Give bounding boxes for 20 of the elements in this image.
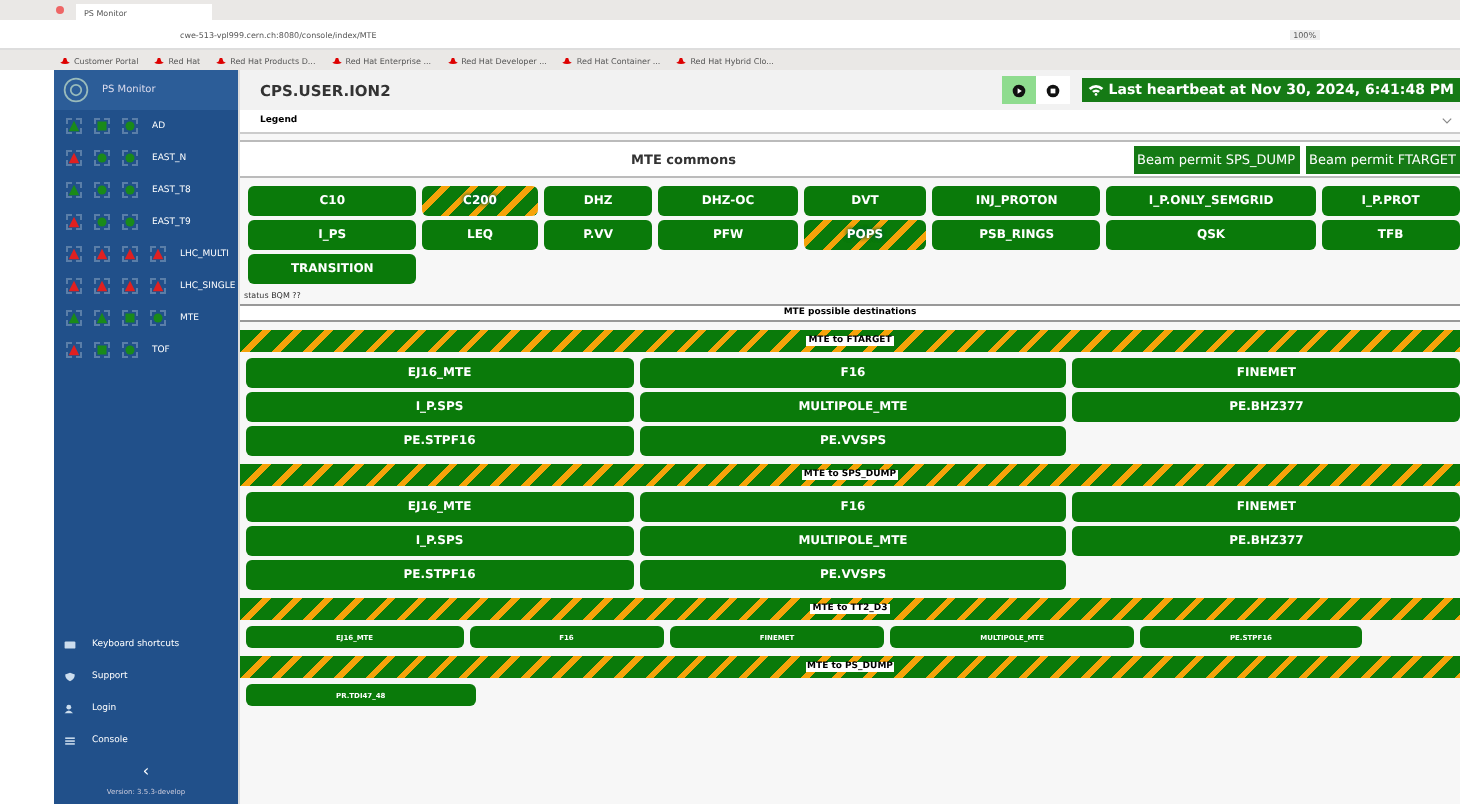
hat-icon <box>216 57 227 63</box>
hat-icon <box>447 57 458 63</box>
hat-icon <box>60 57 70 63</box>
logo-icon <box>62 76 90 104</box>
hat-icon <box>331 57 342 63</box>
hat-icon <box>154 57 165 63</box>
shield-icon <box>64 671 76 681</box>
keyboard-icon <box>64 639 76 649</box>
play-icon <box>1012 83 1027 97</box>
wifi-icon <box>1088 84 1105 96</box>
list-icon <box>64 735 76 745</box>
stop-icon <box>1046 83 1061 97</box>
browser-logo-icon <box>56 6 64 14</box>
hat-icon <box>562 57 573 63</box>
chevron-down-icon <box>1442 118 1452 124</box>
hat-icon <box>676 57 687 63</box>
stop-button[interactable] <box>1036 76 1071 104</box>
user-icon <box>64 703 76 713</box>
collapse-button[interactable]: ‹ <box>54 756 238 784</box>
play-button[interactable] <box>1002 76 1037 104</box>
